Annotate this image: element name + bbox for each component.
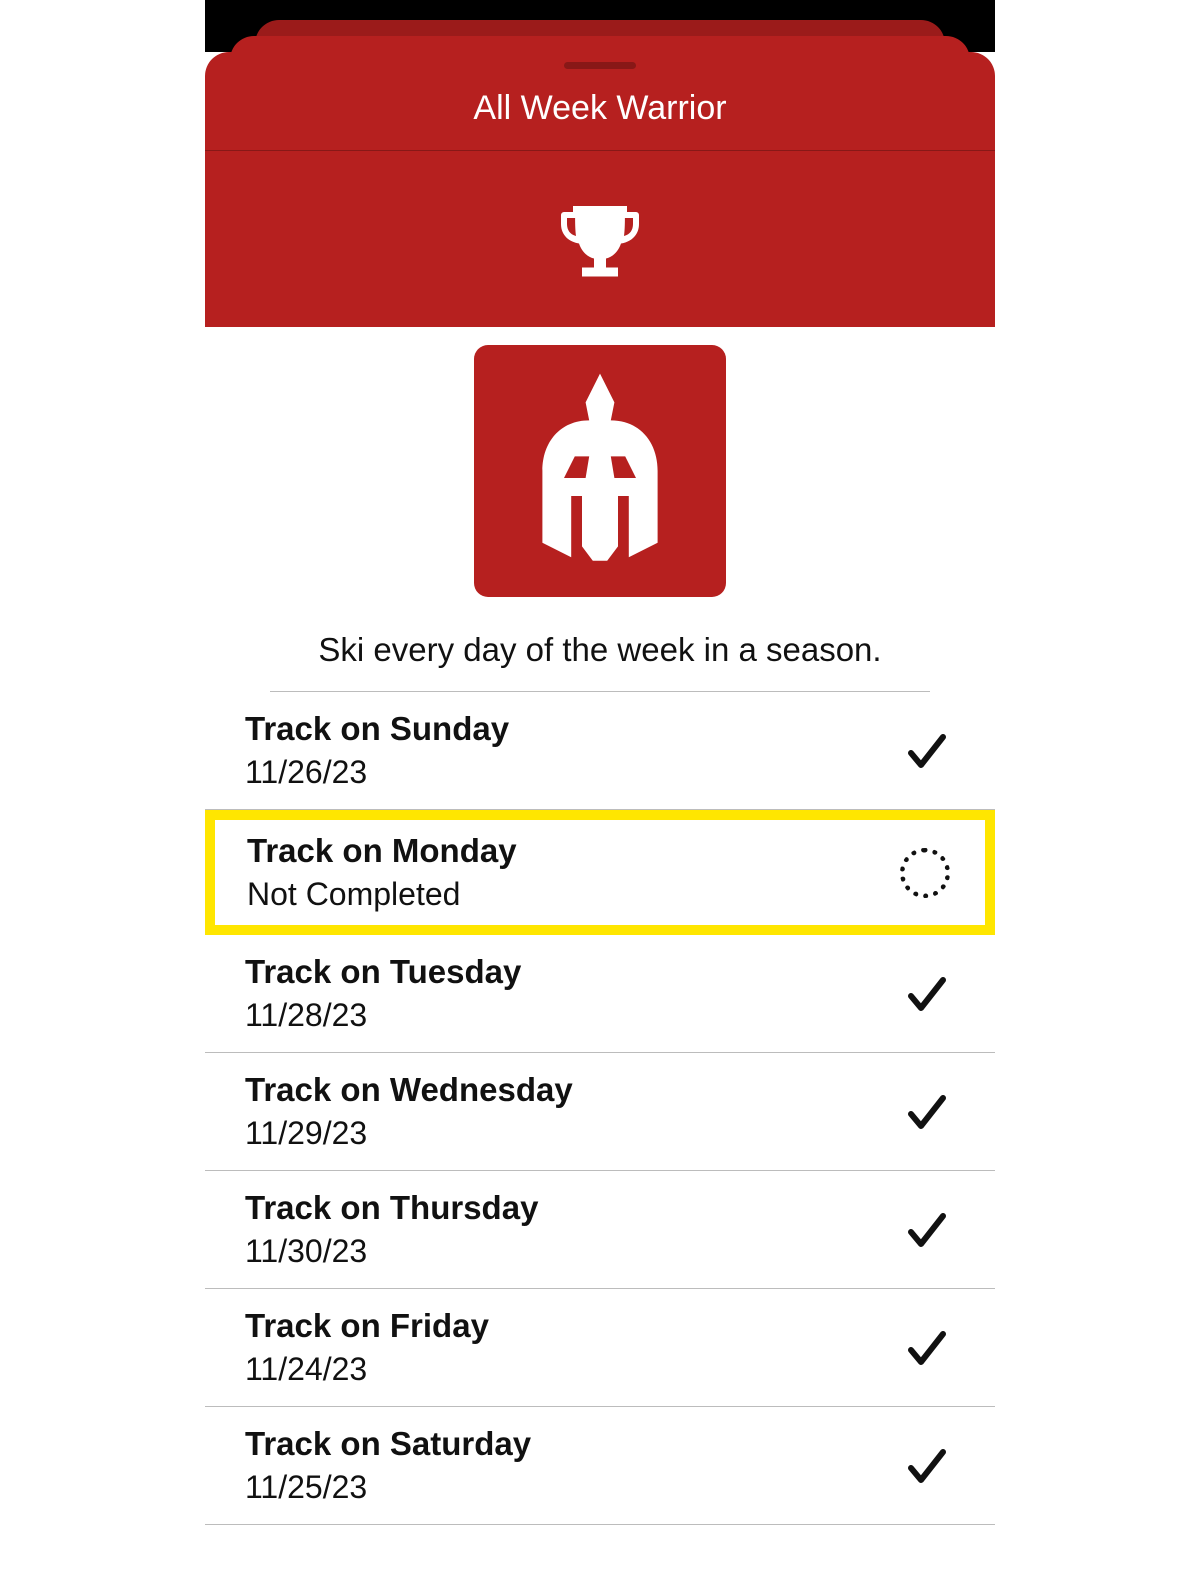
progress-row-title: Track on Wednesday bbox=[245, 1071, 573, 1109]
progress-row-title: Track on Sunday bbox=[245, 710, 509, 748]
sheet-grabber[interactable] bbox=[564, 62, 636, 69]
achievement-detail-sheet: All Week Warrior Ski every day of the we… bbox=[205, 0, 995, 1525]
progress-row-title: Track on Saturday bbox=[245, 1425, 531, 1463]
progress-row-text: Track on Tuesday 11/28/23 bbox=[245, 953, 521, 1034]
progress-row-subtitle: 11/29/23 bbox=[245, 1115, 573, 1152]
spartan-helmet-icon bbox=[510, 369, 690, 574]
progress-row[interactable]: Track on Tuesday 11/28/23 bbox=[205, 935, 995, 1053]
progress-row-text: Track on Sunday 11/26/23 bbox=[245, 710, 509, 791]
header-divider bbox=[205, 150, 995, 151]
progress-row-subtitle: 11/28/23 bbox=[245, 997, 521, 1034]
progress-row[interactable]: Track on Monday Not Completed bbox=[205, 810, 995, 935]
sheet-header: All Week Warrior bbox=[205, 52, 995, 327]
progress-row[interactable]: Track on Friday 11/24/23 bbox=[205, 1289, 995, 1407]
progress-row-text: Track on Friday 11/24/23 bbox=[245, 1307, 489, 1388]
achievement-description: Ski every day of the week in a season. bbox=[318, 631, 881, 669]
progress-row-text: Track on Wednesday 11/29/23 bbox=[245, 1071, 573, 1152]
progress-row-title: Track on Thursday bbox=[245, 1189, 538, 1227]
progress-row[interactable]: Track on Wednesday 11/29/23 bbox=[205, 1053, 995, 1171]
progress-row-text: Track on Thursday 11/30/23 bbox=[245, 1189, 538, 1270]
progress-row[interactable]: Track on Saturday 11/25/23 bbox=[205, 1407, 995, 1525]
progress-row-text: Track on Monday Not Completed bbox=[247, 832, 517, 913]
progress-row-text: Track on Saturday 11/25/23 bbox=[245, 1425, 531, 1506]
progress-row[interactable]: Track on Sunday 11/26/23 bbox=[205, 692, 995, 810]
checkmark-icon bbox=[899, 1202, 955, 1258]
progress-row-subtitle: 11/26/23 bbox=[245, 754, 509, 791]
checkmark-icon bbox=[899, 1084, 955, 1140]
pending-circle-icon bbox=[897, 845, 953, 901]
progress-row[interactable]: Track on Thursday 11/30/23 bbox=[205, 1171, 995, 1289]
progress-row-title: Track on Tuesday bbox=[245, 953, 521, 991]
progress-row-subtitle: 11/30/23 bbox=[245, 1233, 538, 1270]
trophy-icon bbox=[552, 191, 648, 287]
progress-row-subtitle: 11/24/23 bbox=[245, 1351, 489, 1388]
achievement-badge-tile bbox=[474, 345, 726, 597]
achievement-title: All Week Warrior bbox=[473, 89, 726, 128]
status-bar-blackout bbox=[205, 0, 995, 14]
checkmark-icon bbox=[899, 723, 955, 779]
checkmark-icon bbox=[899, 1320, 955, 1376]
progress-row-title: Track on Monday bbox=[247, 832, 517, 870]
progress-row-subtitle: Not Completed bbox=[247, 876, 517, 913]
sheet-card-stack bbox=[205, 14, 995, 52]
progress-row-subtitle: 11/25/23 bbox=[245, 1469, 531, 1506]
progress-row-title: Track on Friday bbox=[245, 1307, 489, 1345]
progress-list: Track on Sunday 11/26/23 Track on Monday No… bbox=[205, 692, 995, 1525]
checkmark-icon bbox=[899, 1438, 955, 1494]
checkmark-icon bbox=[899, 966, 955, 1022]
